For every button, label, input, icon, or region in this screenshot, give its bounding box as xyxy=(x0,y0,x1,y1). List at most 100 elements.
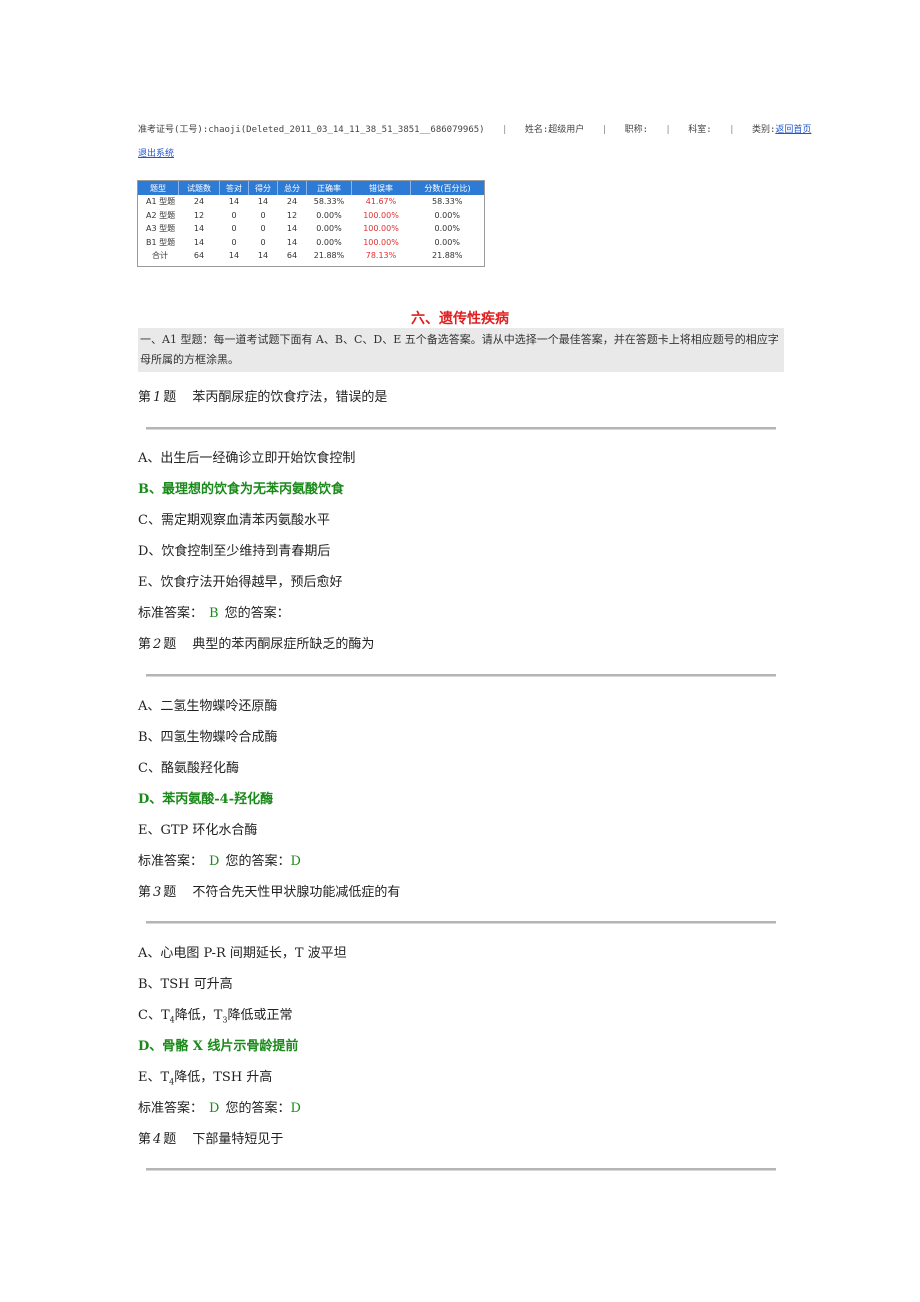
table-cell: 14 xyxy=(228,251,240,261)
col-header: 试题数 xyxy=(178,181,220,195)
question-title: 第 1 题苯丙酮尿症的饮食疗法，错误的是 xyxy=(138,386,387,405)
col-header: 答对 xyxy=(219,181,249,195)
table-cell: 14 xyxy=(257,251,269,261)
score-table-container: 题型 试题数 答对 得分 总分 正确率 错误率 分数(百分比) A1 型题 24… xyxy=(137,180,485,267)
table-cell: 0.00% xyxy=(434,224,460,234)
option-a: A、二氢生物蝶呤还原酶 xyxy=(138,699,278,714)
q-number: 4 xyxy=(153,1132,162,1147)
option-e: E、饮食疗法开始得越早，预后愈好 xyxy=(138,575,343,590)
option-d-correct: D、骨骼 X 线片示骨龄提前 xyxy=(138,1039,299,1054)
option-b: B、TSH 可升高 xyxy=(138,977,233,992)
your-answer-value: D xyxy=(290,854,301,869)
answer-row: 标准答案： B 您的答案： xyxy=(138,602,290,621)
table-row-total: 合计 64 14 14 64 21.88% 78.13% 21.88% xyxy=(138,249,484,263)
table-cell: 14 xyxy=(286,237,298,247)
table-cell: 合计 xyxy=(152,251,168,261)
exam-id: 准考证号(工号):chaoji(Deleted_2011_03_14_11_38… xyxy=(138,125,485,135)
table-cell: 0 xyxy=(260,237,266,247)
table-cell: 58.33% xyxy=(431,197,463,207)
table-cell: 64 xyxy=(286,251,298,261)
divider: | xyxy=(729,125,735,135)
std-answer-value: D xyxy=(209,854,220,869)
q-suffix: 题 xyxy=(163,390,177,405)
option-d-correct: D、苯丙氨酸-4-羟化酶 xyxy=(138,792,274,807)
table-cell: 0.00% xyxy=(434,210,460,220)
q-prefix: 第 xyxy=(138,1132,152,1147)
answer-row: 标准答案： D 您的答案：D xyxy=(138,1097,301,1116)
std-answer-label: 标准答案： xyxy=(138,854,204,869)
q-suffix: 题 xyxy=(163,637,177,652)
divider: | xyxy=(601,125,608,135)
table-cell: 100.00% xyxy=(363,210,399,220)
option-b-correct: B、最理想的饮食为无苯丙氨酸饮食 xyxy=(138,482,344,497)
table-cell: 0 xyxy=(231,210,237,220)
col-header: 题型 xyxy=(138,181,179,195)
option-e: E、GTP 环化水合酶 xyxy=(138,823,258,838)
divider-line xyxy=(146,921,776,924)
your-answer-label: 您的答案： xyxy=(224,606,290,621)
q-number: 3 xyxy=(153,885,162,900)
option-b: B、四氢生物蝶呤合成酶 xyxy=(138,730,278,745)
table-cell: 14 xyxy=(228,197,240,207)
table-cell: 58.33% xyxy=(313,197,345,207)
option-c: C、酪氨酸羟化酶 xyxy=(138,761,239,776)
user-name: 姓名:超级用户 xyxy=(524,125,585,135)
col-header: 得分 xyxy=(248,181,278,195)
table-cell: 100.00% xyxy=(363,224,399,234)
table-cell: 0 xyxy=(260,210,266,220)
divider-line xyxy=(146,674,776,677)
category: 类别: xyxy=(751,125,776,135)
option-e: E、T4降低，TSH 升高 xyxy=(138,1070,273,1087)
col-header: 分数(百分比) xyxy=(410,181,484,195)
department: 科室: xyxy=(688,125,712,135)
section-instruction: 一、A1 型题：每一道考试题下面有 A、B、C、D、E 五个备选答案。请从中选择… xyxy=(138,328,784,372)
table-cell: 64 xyxy=(193,251,205,261)
table-cell: 0.00% xyxy=(316,210,342,220)
answer-row: 标准答案： D 您的答案：D xyxy=(138,850,301,869)
logout-link[interactable]: 退出系统 xyxy=(138,149,174,159)
std-answer-label: 标准答案： xyxy=(138,1101,204,1116)
table-cell: 78.13% xyxy=(365,251,397,261)
table-cell: 41.67% xyxy=(365,197,397,207)
table-cell: 24 xyxy=(193,197,205,207)
q-suffix: 题 xyxy=(163,1132,177,1147)
table-cell: 21.88% xyxy=(431,251,463,261)
q-number: 1 xyxy=(153,390,162,405)
table-cell: 14 xyxy=(193,224,205,234)
score-table: 题型 试题数 答对 得分 总分 正确率 错误率 分数(百分比) A1 型题 24… xyxy=(138,181,484,263)
table-cell: 24 xyxy=(286,197,298,207)
table-cell: 0.00% xyxy=(316,224,342,234)
q-prefix: 第 xyxy=(138,390,152,405)
col-header: 错误率 xyxy=(351,181,411,195)
table-cell: 14 xyxy=(286,224,298,234)
q-text: 不符合先天性甲状腺功能减低症的有 xyxy=(192,885,401,900)
q-text: 苯丙酮尿症的饮食疗法，错误的是 xyxy=(192,390,388,405)
q-number: 2 xyxy=(153,637,162,652)
q-suffix: 题 xyxy=(163,885,177,900)
option-c: C、T4降低，T3降低或正常 xyxy=(138,1008,293,1025)
table-cell: 21.88% xyxy=(313,251,345,261)
question-title: 第 4 题下部量特短见于 xyxy=(138,1128,283,1147)
table-cell: 14 xyxy=(257,197,269,207)
table-cell: 0 xyxy=(231,237,237,247)
question-title: 第 3 题不符合先天性甲状腺功能减低症的有 xyxy=(138,881,400,900)
section-title: 六、遗传性疾病 xyxy=(411,311,509,327)
table-row: A3 型题 14 0 0 14 0.00% 100.00% 0.00% xyxy=(138,222,484,236)
q-text: 下部量特短见于 xyxy=(192,1132,284,1147)
your-answer-label: 您的答案： xyxy=(225,1101,291,1116)
table-cell: B1 型题 xyxy=(146,237,176,247)
col-header: 正确率 xyxy=(306,181,352,195)
std-answer-value: B xyxy=(209,606,219,621)
table-cell: 100.00% xyxy=(363,237,399,247)
option-a: A、心电图 P-R 间期延长，T 波平坦 xyxy=(138,946,347,961)
exam-info-bar: 准考证号(工号):chaoji(Deleted_2011_03_14_11_38… xyxy=(138,122,811,135)
std-answer-value: D xyxy=(209,1101,220,1116)
table-cell: A2 型题 xyxy=(146,210,176,220)
table-cell: 12 xyxy=(286,210,298,220)
table-cell: A1 型题 xyxy=(146,197,176,207)
std-answer-label: 标准答案： xyxy=(138,606,204,621)
divider: | xyxy=(502,125,508,135)
table-cell: 0 xyxy=(231,224,237,234)
home-link[interactable]: 返回首页 xyxy=(775,125,811,135)
col-header: 总分 xyxy=(277,181,307,195)
